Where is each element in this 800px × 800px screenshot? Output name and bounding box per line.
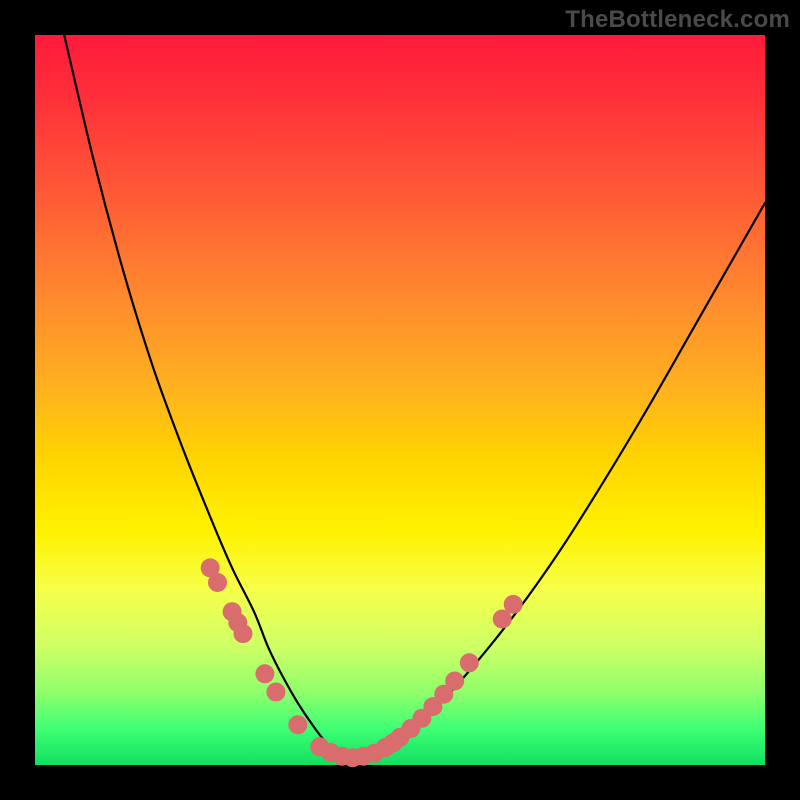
data-point (234, 624, 253, 643)
watermark-text: TheBottleneck.com (565, 6, 790, 34)
data-point (255, 664, 274, 683)
data-point (266, 683, 285, 702)
data-point (445, 672, 464, 691)
data-point (460, 653, 479, 672)
chart-svg (35, 35, 765, 765)
data-point (504, 595, 523, 614)
data-point-group (201, 558, 523, 767)
outer-frame: TheBottleneck.com (0, 0, 800, 800)
plot-area (35, 35, 765, 765)
data-point (288, 715, 307, 734)
bottleneck-curve (64, 35, 765, 756)
data-point (208, 573, 227, 592)
